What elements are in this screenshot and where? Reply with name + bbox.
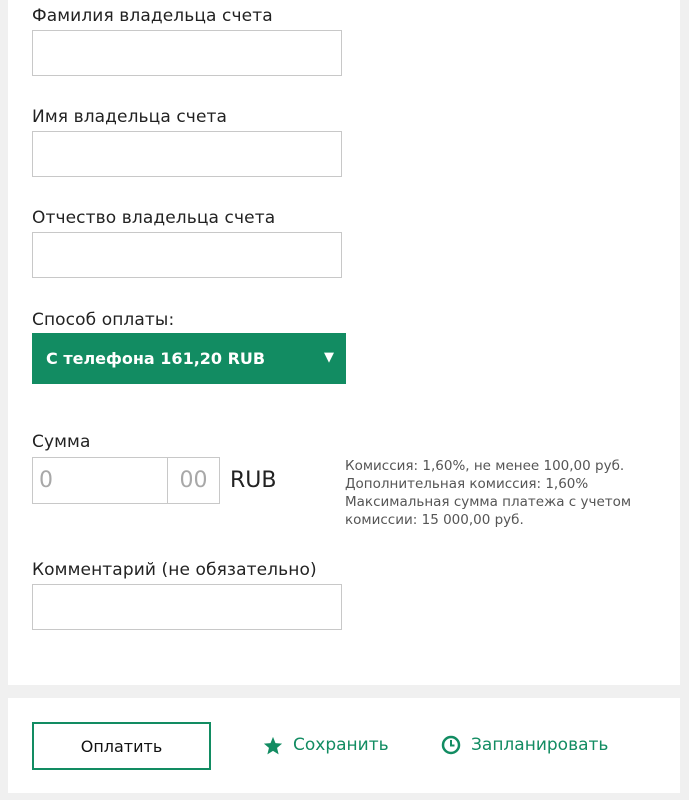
pay-button[interactable]: Оплатить [32,722,211,770]
commission-line: Максимальная сумма платежа с учетом [345,494,632,510]
amount-label: Сумма [32,432,91,452]
surname-label: Фамилия владельца счета [32,6,273,26]
comment-label: Комментарий (не обязательно) [32,560,317,580]
clock-icon [441,735,461,755]
name-input[interactable] [32,131,342,177]
commission-line: Комиссия: 1,60%, не менее 100,00 руб. [345,458,625,474]
surname-input[interactable] [32,30,342,76]
payment-method-value: С телефона 161,20 RUB [46,349,266,368]
schedule-link-label: Запланировать [471,735,609,755]
schedule-link[interactable]: Запланировать [441,735,608,755]
payment-method-label: Способ оплаты: [32,310,175,330]
name-label: Имя владельца счета [32,107,228,127]
cents-placeholder: 00 [179,468,208,493]
commission-info: Комиссия: 1,60%, не менее 100,00 руб. До… [345,457,665,529]
patronymic-label: Отчество владельца счета [32,208,276,228]
commission-line: комиссии: 15 000,00 руб. [345,512,524,528]
save-link[interactable]: Сохранить [263,735,389,755]
cents-input[interactable]: 00 [167,457,220,504]
payment-method-select[interactable]: С телефона 161,20 RUB ▼ [32,333,346,384]
star-icon [263,736,283,755]
save-link-label: Сохранить [293,735,389,755]
dropdown-arrow-icon: ▼ [324,350,334,365]
patronymic-input[interactable] [32,232,342,278]
amount-placeholder: 0 [39,468,53,493]
commission-line: Дополнительная комиссия: 1,60% [345,476,589,492]
comment-input[interactable] [32,584,342,630]
amount-input[interactable]: 0 [32,457,168,504]
currency-label: RUB [230,468,277,493]
